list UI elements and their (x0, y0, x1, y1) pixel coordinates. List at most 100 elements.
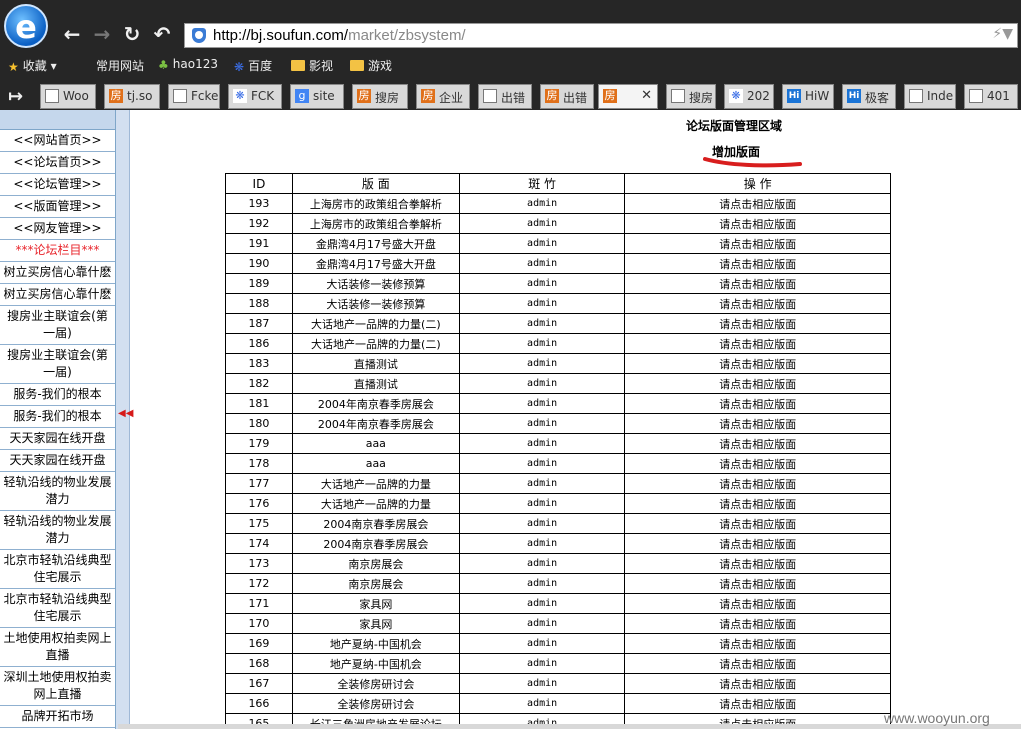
browser-tab[interactable]: Hi 极客 (842, 84, 896, 109)
cell-board-name[interactable]: 上海房市的政策组合拳解析 (291, 213, 460, 234)
browser-tab[interactable]: 房出错 (540, 84, 594, 109)
browser-tab[interactable]: Fcke (168, 84, 220, 109)
cell-board-name[interactable]: 全装修房研讨会 (291, 673, 460, 694)
cell-action[interactable]: 请点击相应版面 (624, 293, 891, 314)
browser-tab[interactable]: 房 tj.so (104, 84, 160, 109)
bookmark-movies[interactable]: 影视 (291, 57, 333, 74)
cell-board-name[interactable]: 大话地产一品牌的力量(二) (291, 313, 460, 334)
bookmark-favorites[interactable]: ★ 收藏 ▾ (8, 57, 57, 74)
sidebar-item[interactable]: <<网站首页>> (0, 130, 115, 152)
bookmark-hao123[interactable]: ♣ hao123 (158, 57, 218, 72)
browser-tab[interactable]: 出错 (478, 84, 532, 109)
cell-action[interactable]: 请点击相应版面 (624, 593, 891, 614)
cell-action[interactable]: 请点击相应版面 (624, 233, 891, 254)
sidebar-item[interactable]: 服务-我们的根本 (0, 406, 115, 428)
cell-board-name[interactable]: 家具网 (291, 613, 460, 634)
cell-board-name[interactable]: 南京房展会 (291, 573, 460, 594)
browser-tab[interactable]: ❋ 202 (724, 84, 774, 109)
cell-board-name[interactable]: 直播测试 (291, 353, 460, 374)
sidebar-item[interactable]: <<论坛首页>> (0, 152, 115, 174)
bookmark-games[interactable]: 游戏 (350, 57, 392, 74)
browser-tab[interactable]: 房企业 (416, 84, 470, 109)
cell-action[interactable]: 请点击相应版面 (624, 673, 891, 694)
cell-action[interactable]: 请点击相应版面 (624, 533, 891, 554)
sidebar-item[interactable]: 轻轨沿线的物业发展潜力 (0, 472, 115, 511)
sidebar-item[interactable]: 北京市轻轨沿线典型住宅展示 (0, 589, 115, 628)
cell-action[interactable]: 请点击相应版面 (624, 653, 891, 674)
collapse-arrow-icon[interactable]: ◀◀ (118, 408, 133, 419)
browser-tab[interactable]: 房搜房 (352, 84, 408, 109)
cell-action[interactable]: 请点击相应版面 (624, 573, 891, 594)
cell-board-name[interactable]: aaa (291, 433, 460, 454)
cell-action[interactable]: 请点击相应版面 (624, 213, 891, 234)
browser-tab[interactable]: g site (290, 84, 344, 109)
cell-action[interactable]: 请点击相应版面 (624, 353, 891, 374)
browser-tab[interactable]: Inde (904, 84, 956, 109)
cell-board-name[interactable]: 地产夏纳-中国机会 (291, 633, 460, 654)
sidebar-item[interactable]: <<版面管理>> (0, 196, 115, 218)
bookmark-common-sites[interactable]: 常用网站 (96, 57, 144, 74)
url-text[interactable]: http://bj.soufun.com/market/zbsystem/ (213, 27, 466, 44)
cell-board-name[interactable]: 大话装修一装修预算 (291, 293, 460, 314)
cell-board-name[interactable]: aaa (291, 453, 460, 474)
cell-board-name[interactable]: 大话地产一品牌的力量 (291, 493, 460, 514)
cell-board-name[interactable]: 南京房展会 (291, 553, 460, 574)
cell-action[interactable]: 请点击相应版面 (624, 493, 891, 514)
cell-action[interactable]: 请点击相应版面 (624, 473, 891, 494)
cell-board-name[interactable]: 2004南京春季房展会 (291, 513, 460, 534)
sidebar-item[interactable]: <<网友管理>> (0, 218, 115, 240)
cell-board-name[interactable]: 大话地产一品牌的力量(二) (291, 333, 460, 354)
refresh-icon[interactable]: ↻ (120, 22, 144, 46)
sidebar-item[interactable]: 树立买房信心靠什麽 (0, 284, 115, 306)
cell-action[interactable]: 请点击相应版面 (624, 333, 891, 354)
lightning-icon[interactable]: ⚡▼ (992, 26, 1013, 42)
sidebar-item[interactable]: 土地使用权拍卖网上直播 (0, 628, 115, 667)
bookmark-baidu[interactable]: ❋ 百度 (234, 57, 272, 74)
sidebar-item[interactable]: 树立买房信心靠什麽 (0, 262, 115, 284)
cell-action[interactable]: 请点击相应版面 (624, 373, 891, 394)
cell-action[interactable]: 请点击相应版面 (624, 453, 891, 474)
cell-board-name[interactable]: 金鼎湾4月17号盛大开盘 (291, 253, 460, 274)
sidebar-item[interactable]: 轻轨沿线的物业发展潜力 (0, 511, 115, 550)
cell-board-name[interactable]: 2004南京春季房展会 (291, 533, 460, 554)
cell-action[interactable]: 请点击相应版面 (624, 253, 891, 274)
browser-tab[interactable]: ❋ FCK (228, 84, 282, 109)
sidebar-item[interactable]: 品牌开拓市场 (0, 706, 115, 728)
close-tab-icon[interactable]: ✕ (641, 88, 652, 103)
sidebar-item[interactable]: 深圳土地使用权拍卖网上直播 (0, 667, 115, 706)
cell-board-name[interactable]: 家具网 (291, 593, 460, 614)
cell-action[interactable]: 请点击相应版面 (624, 393, 891, 414)
cell-action[interactable]: 请点击相应版面 (624, 613, 891, 634)
forward-arrow-icon[interactable]: → (90, 22, 114, 46)
sidebar-item[interactable]: 天天家园在线开盘 (0, 428, 115, 450)
sidebar-item[interactable]: 服务-我们的根本 (0, 384, 115, 406)
cell-board-name[interactable]: 大话地产一品牌的力量 (291, 473, 460, 494)
cell-action[interactable]: 请点击相应版面 (624, 553, 891, 574)
cell-action[interactable]: 请点击相应版面 (624, 413, 891, 434)
cell-action[interactable]: 请点击相应版面 (624, 693, 891, 714)
cell-board-name[interactable]: 上海房市的政策组合拳解析 (291, 193, 460, 214)
cell-board-name[interactable]: 全装修房研讨会 (291, 693, 460, 714)
browser-tab[interactable]: Woo (40, 84, 96, 109)
browser-tab[interactable]: 401 (964, 84, 1018, 109)
cell-action[interactable]: 请点击相应版面 (624, 273, 891, 294)
undo-icon[interactable]: ↶ (150, 22, 174, 46)
cell-board-name[interactable]: 金鼎湾4月17号盛大开盘 (291, 233, 460, 254)
sidebar-item[interactable]: 天天家园在线开盘 (0, 450, 115, 472)
cell-board-name[interactable]: 2004年南京春季房展会 (291, 413, 460, 434)
cell-action[interactable]: 请点击相应版面 (624, 193, 891, 214)
cell-board-name[interactable]: 2004年南京春季房展会 (291, 393, 460, 414)
sidebar-item[interactable]: 搜房业主联谊会(第一届) (0, 345, 115, 384)
sidebar-item[interactable]: 北京市轻轨沿线典型住宅展示 (0, 550, 115, 589)
cell-action[interactable]: 请点击相应版面 (624, 433, 891, 454)
back-arrow-icon[interactable]: ← (60, 22, 84, 46)
browser-tab[interactable]: 搜房 (666, 84, 716, 109)
browser-logo-icon[interactable]: e (4, 4, 48, 48)
cell-board-name[interactable]: 地产夏纳-中国机会 (291, 653, 460, 674)
cell-board-name[interactable]: 大话装修一装修预算 (291, 273, 460, 294)
address-bar[interactable]: http://bj.soufun.com/market/zbsystem/ ⚡▼ (184, 23, 1018, 48)
browser-tab[interactable]: Hi HiW (782, 84, 834, 109)
sidebar-item[interactable]: <<论坛管理>> (0, 174, 115, 196)
sidebar-item[interactable]: 搜房业主联谊会(第一届) (0, 306, 115, 345)
cell-action[interactable]: 请点击相应版面 (624, 633, 891, 654)
